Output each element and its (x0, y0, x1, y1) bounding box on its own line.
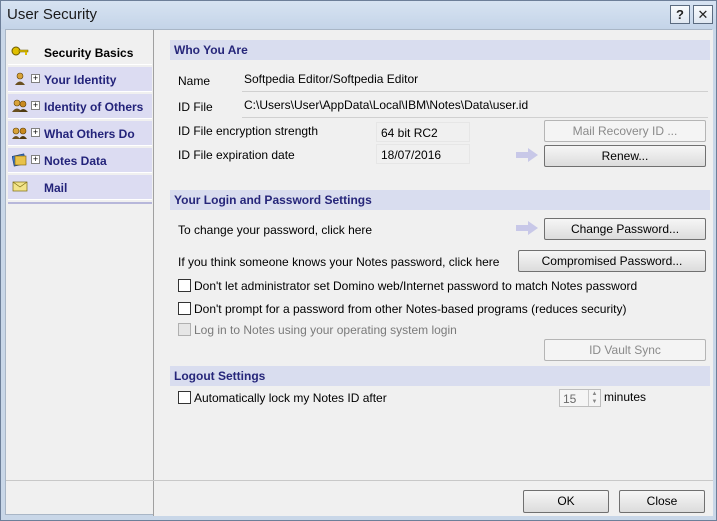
expand-icon[interactable]: + (31, 128, 40, 137)
main-panel: Who You Are Name Softpedia Editor/Softpe… (154, 30, 713, 516)
minutes-value: 15 (563, 392, 577, 406)
checkbox-admin-web-password-label: Don't let administrator set Domino web/I… (194, 279, 638, 293)
expiration-value: 18/07/2016 (376, 144, 470, 164)
section-logout: Logout Settings (170, 366, 710, 386)
checkbox-no-prompt-password[interactable] (178, 302, 191, 315)
sidebar-item-notes-data[interactable]: + Notes Data (8, 148, 152, 173)
minutes-label: minutes (604, 390, 647, 404)
spinner-arrows-icon[interactable]: ▲ ▼ (588, 390, 600, 406)
sidebar-item-label: Identity of Others (44, 100, 144, 114)
user-security-dialog: User Security ? ✕ Security Basics + Your… (0, 0, 717, 521)
change-password-text: To change your password, click here (178, 223, 373, 237)
checkbox-admin-web-password[interactable] (178, 279, 191, 292)
person-icon (11, 72, 29, 86)
id-file-label: ID File (178, 100, 213, 114)
checkbox-no-prompt-password-label: Don't prompt for a password from other N… (194, 302, 627, 316)
keys-icon (11, 126, 29, 140)
sidebar-item-mail[interactable]: Mail (8, 175, 152, 200)
id-vault-sync-button[interactable]: ID Vault Sync (544, 339, 706, 361)
close-button[interactable]: Close (619, 490, 705, 513)
sidebar-item-label: What Others Do (44, 127, 135, 141)
expand-icon[interactable]: + (31, 155, 40, 164)
sidebar-item-security-basics[interactable]: Security Basics (8, 40, 152, 65)
window-title: User Security (7, 6, 98, 23)
checkbox-os-login[interactable] (178, 323, 191, 336)
name-label: Name (178, 74, 211, 88)
expand-icon[interactable]: + (31, 74, 40, 83)
checkbox-autolock-label: Automatically lock my Notes ID after (194, 391, 387, 405)
expand-icon[interactable]: + (31, 101, 40, 110)
sidebar-divider (8, 202, 152, 204)
sidebar-item-identity-of-others[interactable]: + Identity of Others (8, 94, 152, 119)
help-button[interactable]: ? (670, 5, 690, 24)
checkbox-os-login-label: Log in to Notes using your operating sys… (194, 323, 457, 337)
sidebar-item-label: Notes Data (44, 154, 107, 168)
close-window-button[interactable]: ✕ (693, 5, 713, 24)
change-password-button[interactable]: Change Password... (544, 218, 706, 240)
sidebar-item-label: Your Identity (44, 73, 117, 87)
footer-divider (6, 480, 713, 481)
mail-icon (11, 180, 29, 194)
checkbox-autolock[interactable] (178, 391, 191, 404)
arrow-right-icon (516, 148, 538, 162)
sidebar-item-label: Security Basics (44, 46, 134, 60)
renew-button[interactable]: Renew... (544, 145, 706, 167)
id-file-underline (242, 117, 708, 118)
minutes-spinner[interactable]: 15 ▲ ▼ (559, 389, 601, 407)
dialog-body: Security Basics + Your Identity + Identi… (5, 29, 713, 516)
people-icon (11, 99, 29, 113)
sidebar-item-label: Mail (44, 181, 68, 195)
mail-recovery-id-button[interactable]: Mail Recovery ID ... (544, 120, 706, 142)
expiration-label: ID File expiration date (178, 148, 295, 162)
title-bar: User Security ? ✕ (1, 1, 716, 29)
sidebar-item-what-others-do[interactable]: + What Others Do (8, 121, 152, 146)
ok-button[interactable]: OK (523, 490, 609, 513)
key-icon (11, 45, 29, 59)
encryption-label: ID File encryption strength (178, 124, 319, 138)
sidebar-item-your-identity[interactable]: + Your Identity (8, 67, 152, 92)
compromised-text: If you think someone knows your Notes pa… (178, 255, 500, 269)
sidebar: Security Basics + Your Identity + Identi… (6, 34, 152, 514)
section-who-you-are: Who You Are (170, 40, 710, 60)
name-value: Softpedia Editor/Softpedia Editor (244, 72, 419, 86)
id-file-value: C:\Users\User\AppData\Local\IBM\Notes\Da… (244, 98, 529, 112)
compromised-password-button[interactable]: Compromised Password... (518, 250, 706, 272)
name-underline (242, 91, 708, 92)
arrow-right-icon (516, 221, 538, 235)
database-icon (11, 153, 29, 167)
section-login-password: Your Login and Password Settings (170, 190, 710, 210)
encryption-value: 64 bit RC2 (376, 122, 470, 142)
